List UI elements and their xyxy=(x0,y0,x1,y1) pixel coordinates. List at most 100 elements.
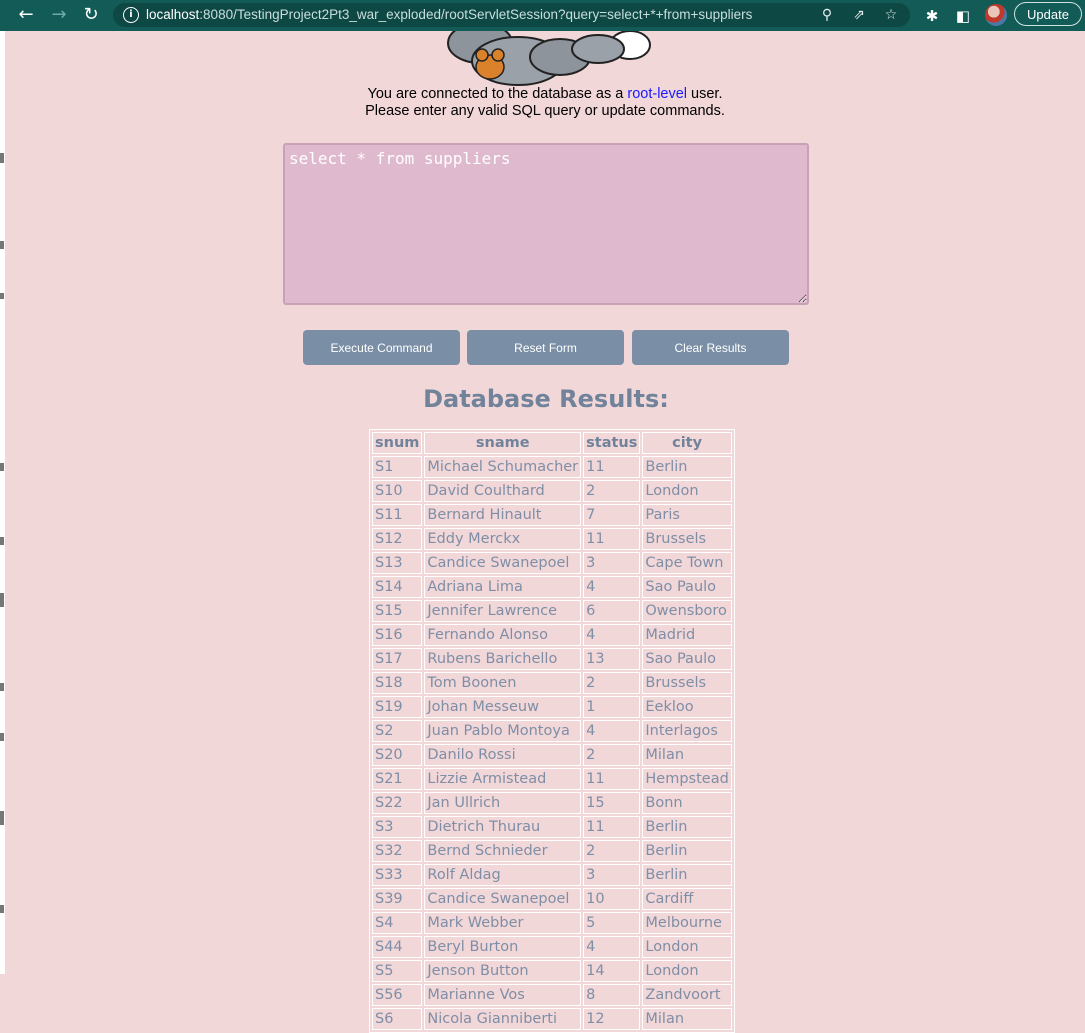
table-cell-city: Berlin xyxy=(642,456,732,478)
address-bar[interactable]: i localhost:8080/TestingProject2Pt3_war_… xyxy=(113,3,910,27)
table-cell-city: London xyxy=(642,960,732,982)
avatar[interactable] xyxy=(985,4,1007,26)
table-cell-city: Sao Paulo xyxy=(642,648,732,670)
table-cell-snum: S18 xyxy=(372,672,423,694)
table-cell-city: Cape Town xyxy=(642,552,732,574)
table-row: S33 Rolf Aldag 3 Berlin xyxy=(372,864,732,886)
table-cell-city: Owensboro xyxy=(642,600,732,622)
table-cell-snum: S15 xyxy=(372,600,423,622)
results-title: Database Results: xyxy=(423,385,669,413)
puzzle-icon[interactable]: ✱ xyxy=(921,5,943,27)
table-cell-status: 14 xyxy=(583,960,641,982)
table-cell-snum: S21 xyxy=(372,768,423,790)
results-table: snum sname status city S1 Michael Schumac… xyxy=(369,429,735,1033)
table-cell-status: 4 xyxy=(583,720,641,742)
table-cell-snum: S6 xyxy=(372,1008,423,1030)
table-row: S22 Jan Ullrich 15 Bonn xyxy=(372,792,732,814)
table-cell-status: 11 xyxy=(583,768,641,790)
table-row: S6 Nicola Gianniberti 12 Milan xyxy=(372,1008,732,1030)
reset-form-button[interactable]: Reset Form xyxy=(467,330,624,365)
table-cell-sname: Jennifer Lawrence xyxy=(424,600,582,622)
table-cell-status: 8 xyxy=(583,984,641,1006)
table-row: S2 Juan Pablo Montoya 4 Interlagos xyxy=(372,720,732,742)
table-cell-sname: Lizzie Armistead xyxy=(424,768,582,790)
sql-query-input[interactable]: select * from suppliers xyxy=(283,143,809,305)
table-cell-sname: Candice Swanepoel xyxy=(424,888,582,910)
root-level-link: root-level xyxy=(627,86,688,102)
execute-command-button[interactable]: Execute Command xyxy=(303,330,460,365)
table-cell-sname: Fernando Alonso xyxy=(424,624,582,646)
table-row: S16 Fernando Alonso 4 Madrid xyxy=(372,624,732,646)
table-row: S5 Jenson Button 14 London xyxy=(372,960,732,982)
table-cell-status: 12 xyxy=(583,1008,641,1030)
table-cell-sname: Tom Boonen xyxy=(424,672,582,694)
table-cell-sname: Rolf Aldag xyxy=(424,864,582,886)
column-header-city: city xyxy=(642,432,732,454)
table-cell-snum: S33 xyxy=(372,864,423,886)
table-row: S21 Lizzie Armistead 11 Hempstead xyxy=(372,768,732,790)
connection-message: You are connected to the database as a r… xyxy=(367,86,723,102)
table-row: S10 David Coulthard 2 London xyxy=(372,480,732,502)
forward-arrow-icon[interactable]: → xyxy=(47,4,71,26)
table-cell-sname: Johan Messeuw xyxy=(424,696,582,718)
table-cell-status: 4 xyxy=(583,624,641,646)
table-cell-status: 7 xyxy=(583,504,641,526)
table-cell-sname: Jenson Button xyxy=(424,960,582,982)
table-cell-snum: S32 xyxy=(372,840,423,862)
table-cell-snum: S20 xyxy=(372,744,423,766)
table-cell-snum: S17 xyxy=(372,648,423,670)
table-cell-sname: Dietrich Thurau xyxy=(424,816,582,838)
table-cell-status: 10 xyxy=(583,888,641,910)
table-cell-snum: S11 xyxy=(372,504,423,526)
table-row: S11 Bernard Hinault 7 Paris xyxy=(372,504,732,526)
table-cell-status: 11 xyxy=(583,528,641,550)
table-cell-status: 11 xyxy=(583,456,641,478)
table-cell-snum: S56 xyxy=(372,984,423,1006)
table-cell-sname: David Coulthard xyxy=(424,480,582,502)
zoom-icon[interactable]: ⚲ xyxy=(817,5,837,25)
table-cell-sname: Candice Swanepoel xyxy=(424,552,582,574)
table-cell-city: Hempstead xyxy=(642,768,732,790)
update-button[interactable]: Update xyxy=(1014,2,1082,26)
table-cell-status: 3 xyxy=(583,864,641,886)
table-cell-city: Sao Paulo xyxy=(642,576,732,598)
share-icon[interactable]: ⇗ xyxy=(849,5,869,25)
table-cell-snum: S1 xyxy=(372,456,423,478)
info-icon[interactable]: i xyxy=(123,7,139,23)
table-cell-snum: S19 xyxy=(372,696,423,718)
table-row: S14 Adriana Lima 4 Sao Paulo xyxy=(372,576,732,598)
table-cell-status: 13 xyxy=(583,648,641,670)
column-header-snum: snum xyxy=(372,432,423,454)
table-cell-sname: Bernard Hinault xyxy=(424,504,582,526)
table-cell-snum: S3 xyxy=(372,816,423,838)
star-icon[interactable]: ☆ xyxy=(881,5,901,25)
table-row: S39 Candice Swanepoel 10 Cardiff xyxy=(372,888,732,910)
table-cell-city: Cardiff xyxy=(642,888,732,910)
table-cell-status: 2 xyxy=(583,480,641,502)
table-row: S44 Beryl Burton 4 London xyxy=(372,936,732,958)
table-cell-sname: Eddy Merckx xyxy=(424,528,582,550)
table-cell-city: Eekloo xyxy=(642,696,732,718)
table-cell-city: Paris xyxy=(642,504,732,526)
table-cell-status: 2 xyxy=(583,744,641,766)
side-panel-icon[interactable]: ◧ xyxy=(952,5,974,27)
table-row: S12 Eddy Merckx 11 Brussels xyxy=(372,528,732,550)
reload-icon[interactable]: ↻ xyxy=(79,4,103,26)
table-row: S56 Marianne Vos 8 Zandvoort xyxy=(372,984,732,1006)
column-header-status: status xyxy=(583,432,641,454)
table-cell-status: 3 xyxy=(583,552,641,574)
table-cell-sname: Rubens Barichello xyxy=(424,648,582,670)
table-cell-city: Zandvoort xyxy=(642,984,732,1006)
clear-results-button[interactable]: Clear Results xyxy=(632,330,789,365)
table-cell-status: 6 xyxy=(583,600,641,622)
table-row: S20 Danilo Rossi 2 Milan xyxy=(372,744,732,766)
instruction-text: Please enter any valid SQL query or upda… xyxy=(365,103,725,119)
table-row: S32 Bernd Schnieder 2 Berlin xyxy=(372,840,732,862)
table-cell-status: 2 xyxy=(583,840,641,862)
table-cell-snum: S2 xyxy=(372,720,423,742)
back-arrow-icon[interactable]: ← xyxy=(14,4,38,26)
table-cell-sname: Mark Webber xyxy=(424,912,582,934)
table-cell-sname: Juan Pablo Montoya xyxy=(424,720,582,742)
url-text: localhost:8080/TestingProject2Pt3_war_ex… xyxy=(146,7,753,22)
table-cell-sname: Danilo Rossi xyxy=(424,744,582,766)
